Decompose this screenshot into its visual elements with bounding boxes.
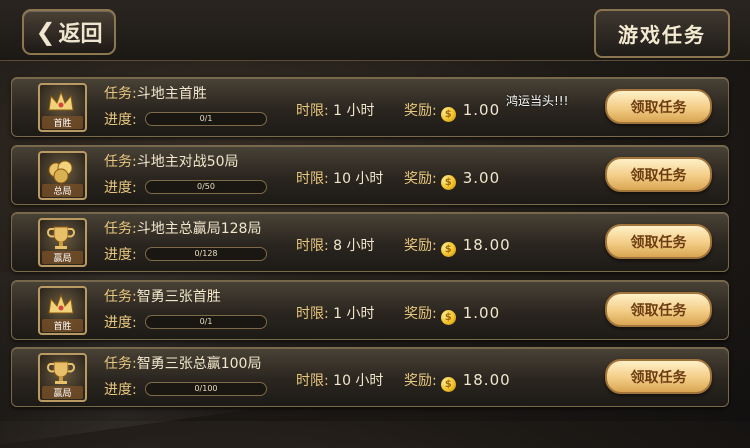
- progress-bar: 0/50: [145, 180, 267, 194]
- task-row: 首胜 任务:斗地主首胜 进度: 0/1 时限: 1 小时 奖励: $1.00 领取…: [11, 77, 729, 137]
- page-title: 游戏任务: [594, 9, 730, 58]
- time-limit-value: 10 小时: [333, 373, 384, 389]
- reward-amount: 18.00: [462, 371, 511, 389]
- task-row: 赢局 任务:斗地主总赢局128局 进度: 0/128 时限: 8 小时 奖励: $…: [11, 212, 729, 272]
- time-limit: 时限: 10 小时: [296, 168, 383, 188]
- task-name-value: 斗地主总赢局128局: [136, 221, 262, 237]
- progress-bar: 0/100: [145, 382, 267, 396]
- time-limit: 时限: 1 小时: [296, 303, 375, 323]
- reward-label: 奖励:: [404, 306, 437, 322]
- time-limit: 时限: 8 小时: [296, 235, 375, 255]
- task-icon-tag: 首胜: [42, 116, 83, 129]
- progress-bar: 0/1: [145, 112, 267, 126]
- time-limit-label: 时限:: [296, 171, 329, 187]
- claim-task-button[interactable]: 领取任务: [605, 157, 712, 192]
- crown-icon: 首胜: [38, 286, 87, 335]
- progress-label: 进度:: [104, 112, 137, 128]
- task-name: 任务:智勇三张首胜: [104, 286, 221, 306]
- time-limit-value: 1 小时: [333, 103, 375, 119]
- coin-icon: $: [440, 310, 456, 325]
- time-limit-value: 10 小时: [333, 171, 384, 187]
- claim-task-button[interactable]: 领取任务: [605, 89, 712, 124]
- task-name-value: 斗地主对战50局: [136, 154, 239, 170]
- crown-icon: 首胜: [38, 83, 87, 132]
- reward-amount: 3.00: [462, 169, 501, 187]
- progress-bar: 0/1: [145, 315, 267, 329]
- task-name-value: 智勇三张总赢100局: [136, 356, 262, 372]
- coin-bag-icon: 总局: [38, 151, 87, 200]
- task-icon-tag: 赢局: [42, 386, 83, 399]
- progress-label: 进度:: [104, 315, 137, 331]
- time-limit-label: 时限:: [296, 373, 329, 389]
- reward-label: 奖励:: [404, 103, 437, 119]
- top-bar: ❮ 返回 游戏任务: [0, 0, 750, 61]
- task-name: 任务:斗地主总赢局128局: [104, 218, 261, 238]
- reward-label: 奖励:: [404, 238, 437, 254]
- claim-task-button[interactable]: 领取任务: [605, 292, 712, 327]
- time-limit-value: 1 小时: [333, 306, 375, 322]
- trophy-icon: 赢局: [38, 218, 87, 267]
- time-limit-label: 时限:: [296, 306, 329, 322]
- trophy-icon: 赢局: [38, 353, 87, 402]
- task-name: 任务:智勇三张总赢100局: [104, 353, 261, 373]
- claim-task-button[interactable]: 领取任务: [605, 359, 712, 394]
- progress-label: 进度:: [104, 382, 137, 398]
- task-label: 任务:: [104, 356, 137, 372]
- task-label: 任务:: [104, 86, 137, 102]
- task-name: 任务:斗地主对战50局: [104, 151, 239, 171]
- progress-label: 进度:: [104, 180, 137, 196]
- task-label: 任务:: [104, 289, 137, 305]
- announcement-marquee: 鸿运当头!!!: [506, 94, 569, 108]
- task-icon-tag: 赢局: [42, 251, 83, 264]
- task-row: 总局 任务:斗地主对战50局 进度: 0/50 时限: 10 小时 奖励: $3.…: [11, 145, 729, 205]
- reward: 奖励: $18.00: [404, 235, 511, 257]
- back-button[interactable]: ❮ 返回: [22, 9, 116, 55]
- reward: 奖励: $1.00: [404, 303, 500, 325]
- task-label: 任务:: [104, 154, 137, 170]
- claim-task-button[interactable]: 领取任务: [605, 224, 712, 259]
- time-limit-value: 8 小时: [333, 238, 375, 254]
- task-icon-tag: 首胜: [42, 319, 83, 332]
- reward-amount: 1.00: [462, 304, 501, 322]
- reward-label: 奖励:: [404, 171, 437, 187]
- chevron-left-icon: ❮: [35, 18, 56, 46]
- coin-icon: $: [440, 107, 456, 122]
- task-icon-tag: 总局: [42, 184, 83, 197]
- task-name-value: 斗地主首胜: [136, 86, 207, 102]
- reward-label: 奖励:: [404, 373, 437, 389]
- coin-icon: $: [440, 377, 456, 392]
- task-label: 任务:: [104, 221, 137, 237]
- task-name: 任务:斗地主首胜: [104, 83, 207, 103]
- time-limit: 时限: 10 小时: [296, 370, 383, 390]
- progress-bar: 0/128: [145, 247, 267, 261]
- task-row: 赢局 任务:智勇三张总赢100局 进度: 0/100 时限: 10 小时 奖励:…: [11, 347, 729, 407]
- coin-icon: $: [440, 242, 456, 257]
- task-name-value: 智勇三张首胜: [136, 289, 221, 305]
- reward-amount: 1.00: [462, 101, 501, 119]
- coin-icon: $: [440, 175, 456, 190]
- time-limit-label: 时限:: [296, 238, 329, 254]
- time-limit-label: 时限:: [296, 103, 329, 119]
- time-limit: 时限: 1 小时: [296, 100, 375, 120]
- back-button-label: 返回: [58, 22, 103, 47]
- reward: 奖励: $18.00: [404, 370, 511, 392]
- task-row: 首胜 任务:智勇三张首胜 进度: 0/1 时限: 1 小时 奖励: $1.00 领…: [11, 280, 729, 340]
- reward: 奖励: $3.00: [404, 168, 500, 190]
- progress-label: 进度:: [104, 247, 137, 263]
- reward-amount: 18.00: [462, 236, 511, 254]
- reward: 奖励: $1.00: [404, 100, 500, 122]
